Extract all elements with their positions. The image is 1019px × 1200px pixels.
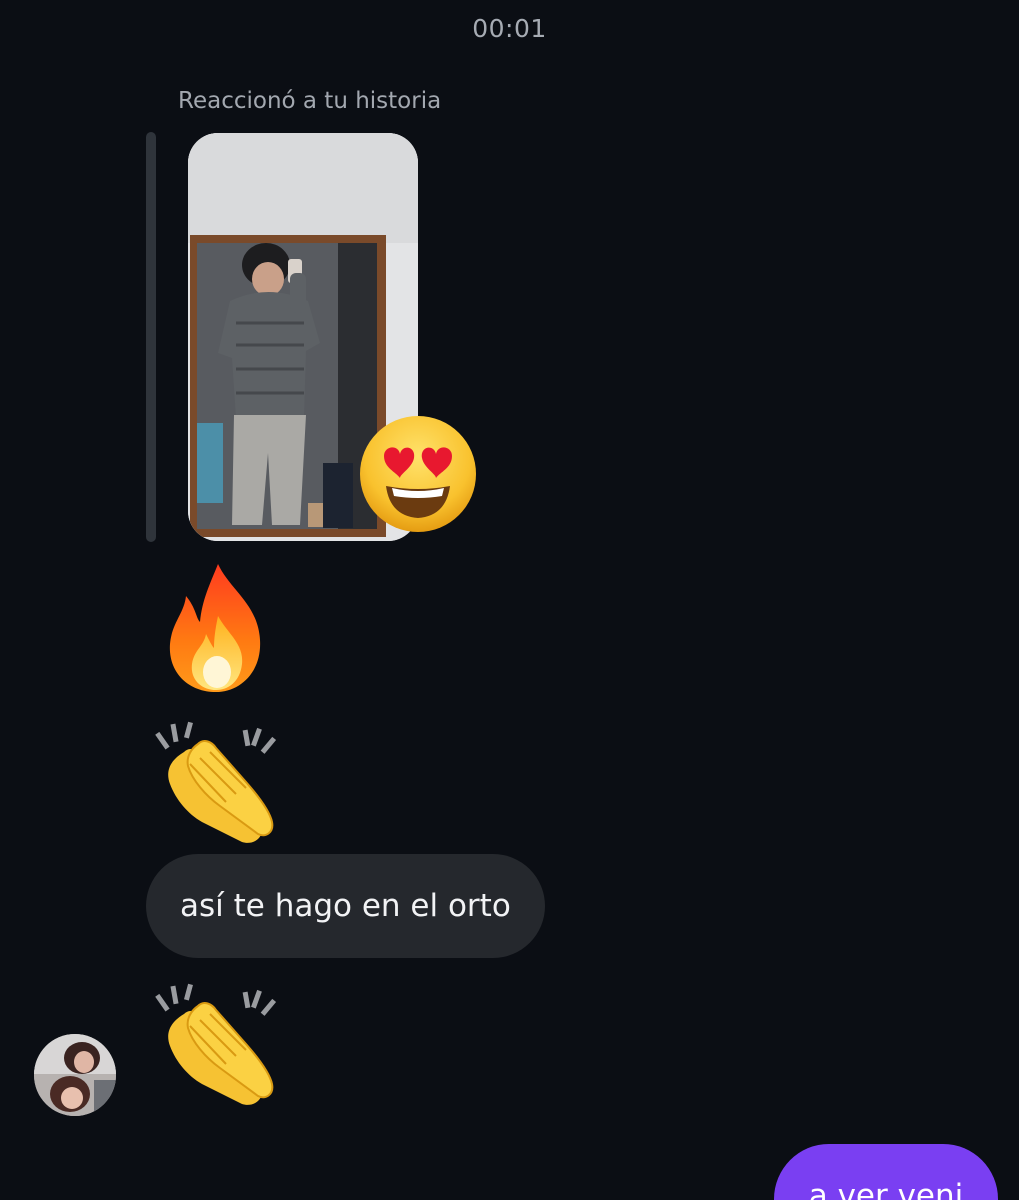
clapping-hands-emoji[interactable] bbox=[150, 718, 280, 848]
reply-quote-bar bbox=[146, 132, 156, 542]
chat-screen: 00:01 Reaccionó a tu historia así te hag… bbox=[0, 0, 1019, 1200]
clapping-hands-emoji[interactable] bbox=[150, 980, 280, 1110]
sent-text-message[interactable]: a ver veni bbox=[774, 1144, 998, 1200]
message-timestamp: 00:01 bbox=[472, 14, 547, 43]
story-reaction-label: Reaccionó a tu historia bbox=[178, 88, 442, 114]
heart-eyes-emoji bbox=[356, 412, 480, 536]
avatar[interactable] bbox=[34, 1034, 116, 1116]
fire-emoji[interactable] bbox=[160, 560, 272, 696]
received-text-message[interactable]: así te hago en el orto bbox=[146, 854, 545, 958]
